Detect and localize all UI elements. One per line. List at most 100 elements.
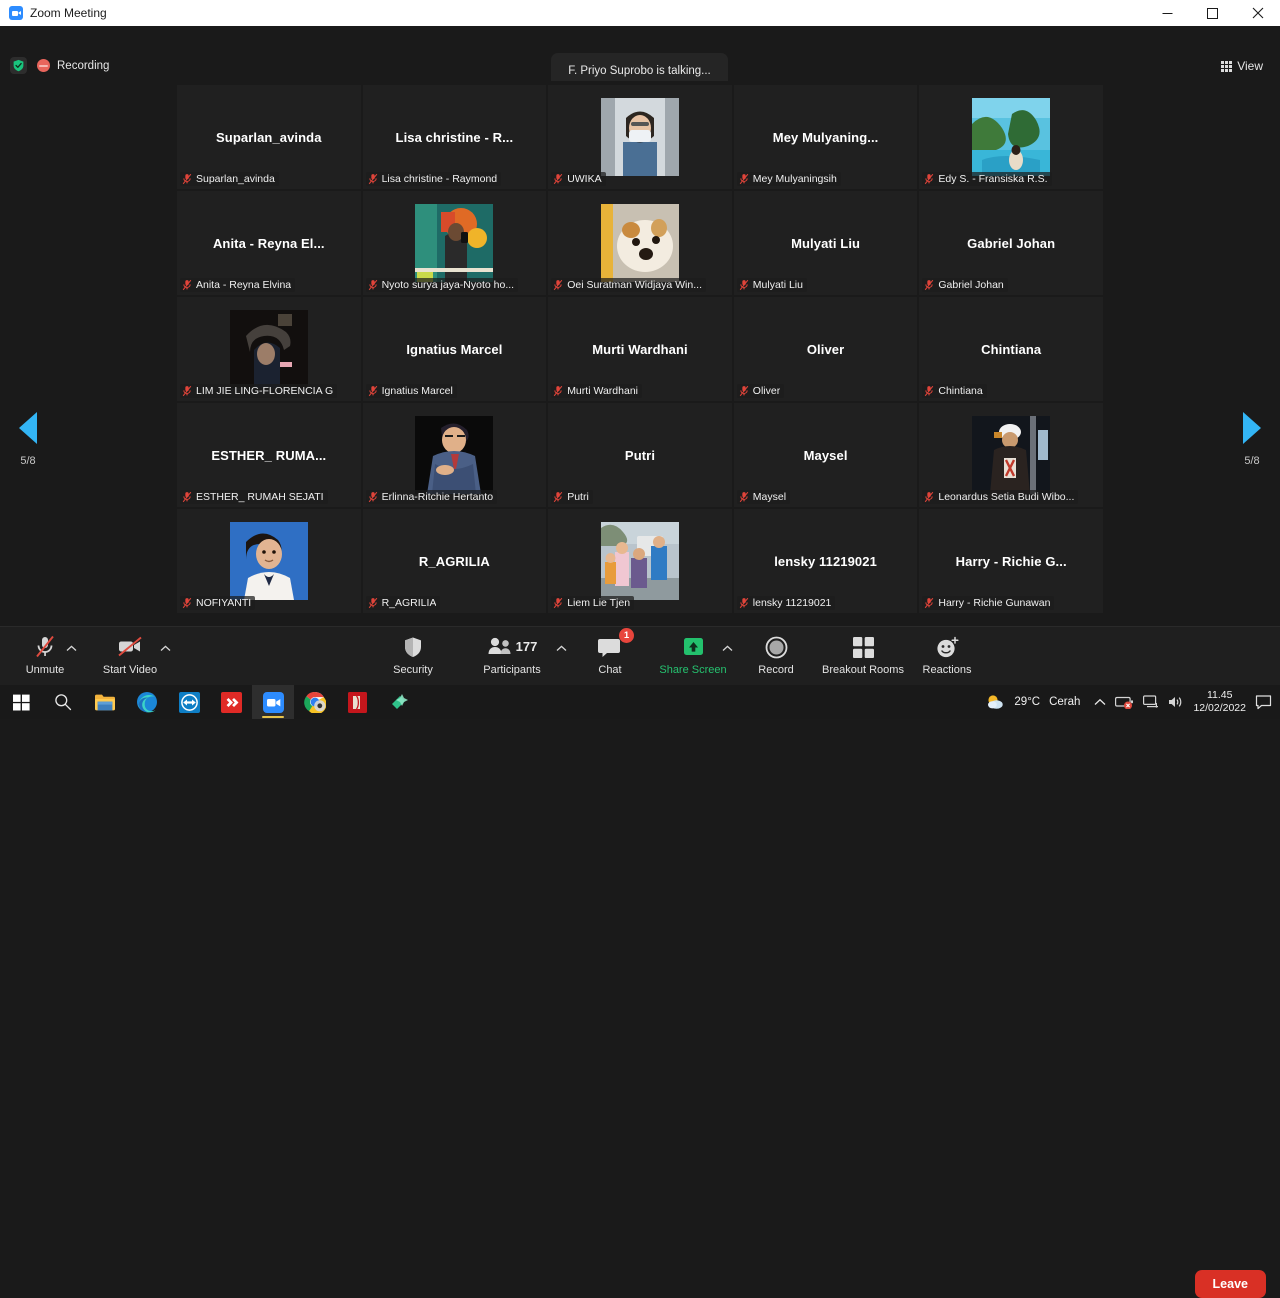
mic-off-icon [182,385,192,397]
battery-error-icon[interactable] [1115,695,1134,709]
leave-button[interactable]: Leave [1195,1270,1266,1298]
participant-badge-name: Gabriel Johan [938,279,1003,291]
recording-indicator[interactable]: Recording [37,59,109,72]
participant-tile[interactable]: Gabriel Johan Gabriel Johan [918,190,1104,296]
microsoft-edge-button[interactable] [126,685,168,719]
mic-off-icon [368,597,378,609]
participants-button[interactable]: 177 Participants [475,633,549,676]
system-tray: 29°C Cerah 11.45 12/02/2022 [985,685,1280,719]
participant-tile[interactable]: ESTHER_ RUMA... ESTHER_ RUMAH SEJATI [176,402,362,508]
reactions-button[interactable]: Reactions [910,633,984,676]
participant-badge-name: Edy S. - Fransiska R.S. [938,173,1047,185]
participant-tile[interactable]: Suparlan_avinda Suparlan_avinda [176,84,362,190]
network-icon[interactable] [1143,695,1159,709]
participant-display-name: Gabriel Johan [961,236,1061,251]
participant-display-name: lensky 11219021 [768,554,883,569]
participant-video-thumbnail [230,310,308,388]
zoom-taskbar-button[interactable] [252,685,294,719]
video-label: Start Video [103,664,157,676]
teamviewer-button[interactable] [168,685,210,719]
participant-display-name: Maysel [798,448,854,463]
volume-icon[interactable] [1168,695,1184,709]
anydesk-button[interactable] [210,685,252,719]
clock-time: 11.45 [1193,689,1246,702]
participant-tile[interactable]: Lisa christine - R... Lisa christine - R… [362,84,548,190]
mic-off-icon [368,173,378,185]
mic-off-icon [368,279,378,291]
start-button[interactable] [0,685,42,719]
participant-tile[interactable]: Ignatius Marcel Ignatius Marcel [362,296,548,402]
mute-button[interactable]: Unmute [8,633,82,676]
participant-tile[interactable]: Mulyati Liu Mulyati Liu [733,190,919,296]
search-button[interactable] [42,685,84,719]
chrome-button[interactable] [294,685,336,719]
participant-tile[interactable]: Erlinna-Ritchie Hertanto [362,402,548,508]
participant-name-badge: Murti Wardhani [551,384,642,398]
participant-tile[interactable]: R_AGRILIA R_AGRILIA [362,508,548,614]
mic-off-icon [368,385,378,397]
participant-badge-name: Leonardus Setia Budi Wibo... [938,491,1074,503]
gallery-stage: 5/8 Suparlan_avinda Suparlan_avindaLisa … [0,81,1280,626]
start-video-button[interactable]: Start Video [93,633,167,676]
mic-off-icon [182,597,192,609]
share-screen-button[interactable]: Share Screen [656,633,730,676]
participant-name-badge: Ignatius Marcel [366,384,457,398]
participant-tile[interactable]: Leonardus Setia Budi Wibo... [918,402,1104,508]
participant-video-thumbnail [972,98,1050,176]
participant-tile[interactable]: Oei Suratman Widjaya Win... [547,190,733,296]
breakout-rooms-button[interactable]: Breakout Rooms [800,633,926,676]
file-explorer-button[interactable] [84,685,126,719]
participant-video-thumbnail [972,416,1050,494]
participant-tile[interactable]: Anita - Reyna El... Anita - Reyna Elvina [176,190,362,296]
minimize-icon[interactable] [1145,0,1190,26]
participant-display-name: Harry - Richie G... [950,554,1073,569]
mic-off-icon [739,385,749,397]
security-button[interactable]: Security [376,633,450,676]
participant-tile[interactable]: Harry - Richie G... Harry - Richie Gunaw… [918,508,1104,614]
chevron-left-icon[interactable] [19,412,37,444]
participant-badge-name: Harry - Richie Gunawan [938,597,1050,609]
participant-tile[interactable]: Edy S. - Fransiska R.S. [918,84,1104,190]
participant-tile[interactable]: NOFIYANTI [176,508,362,614]
previous-page-control[interactable]: 5/8 [0,412,56,467]
audio-options-caret[interactable] [66,645,77,652]
grid-icon [1221,61,1232,72]
participant-badge-name: Putri [567,491,589,503]
participant-tile[interactable]: Liem Lie Tjen [547,508,733,614]
mic-off-icon [924,491,934,503]
maximize-icon[interactable] [1190,0,1235,26]
view-button[interactable]: View [1218,57,1266,75]
window-title: Zoom Meeting [30,6,107,20]
mic-off-icon [553,491,563,503]
participant-tile[interactable]: LIM JIE LING-FLORENCIA G [176,296,362,402]
sun-cloud-icon [985,693,1005,711]
next-page-control[interactable]: 5/8 [1224,412,1280,467]
participant-tile[interactable]: lensky 11219021 lensky 11219021 [733,508,919,614]
participant-badge-name: Murti Wardhani [567,385,638,397]
participant-tile[interactable]: Chintiana Chintiana [918,296,1104,402]
participant-tile[interactable]: Oliver Oliver [733,296,919,402]
chevron-right-icon[interactable] [1243,412,1261,444]
close-icon[interactable] [1235,0,1280,26]
encryption-status[interactable] [10,57,27,74]
mic-off-icon [924,597,934,609]
app-extra-button[interactable] [378,685,420,719]
share-options-caret[interactable] [722,645,733,652]
participant-tile[interactable]: Putri Putri [547,402,733,508]
chevron-up-icon[interactable] [1094,698,1106,707]
participant-tile[interactable]: Maysel Maysel [733,402,919,508]
chat-button[interactable]: 1 Chat [573,633,647,676]
video-options-caret[interactable] [160,645,171,652]
participant-tile[interactable]: Nyoto surya jaya-Nyoto ho... [362,190,548,296]
pdf-reader-button[interactable] [336,685,378,719]
participant-tile[interactable]: Murti Wardhani Murti Wardhani [547,296,733,402]
title-bar-left: Zoom Meeting [0,6,107,20]
status-group: Recording [10,57,109,74]
participants-options-caret[interactable] [556,645,567,652]
speech-bubble-icon[interactable] [1255,695,1272,710]
participant-badge-name: Mey Mulyaningsih [753,173,837,185]
participant-tile[interactable]: UWIKA [547,84,733,190]
participant-video-thumbnail [230,522,308,600]
taskbar-clock[interactable]: 11.45 12/02/2022 [1193,689,1246,715]
participant-tile[interactable]: Mey Mulyaning... Mey Mulyaningsih [733,84,919,190]
